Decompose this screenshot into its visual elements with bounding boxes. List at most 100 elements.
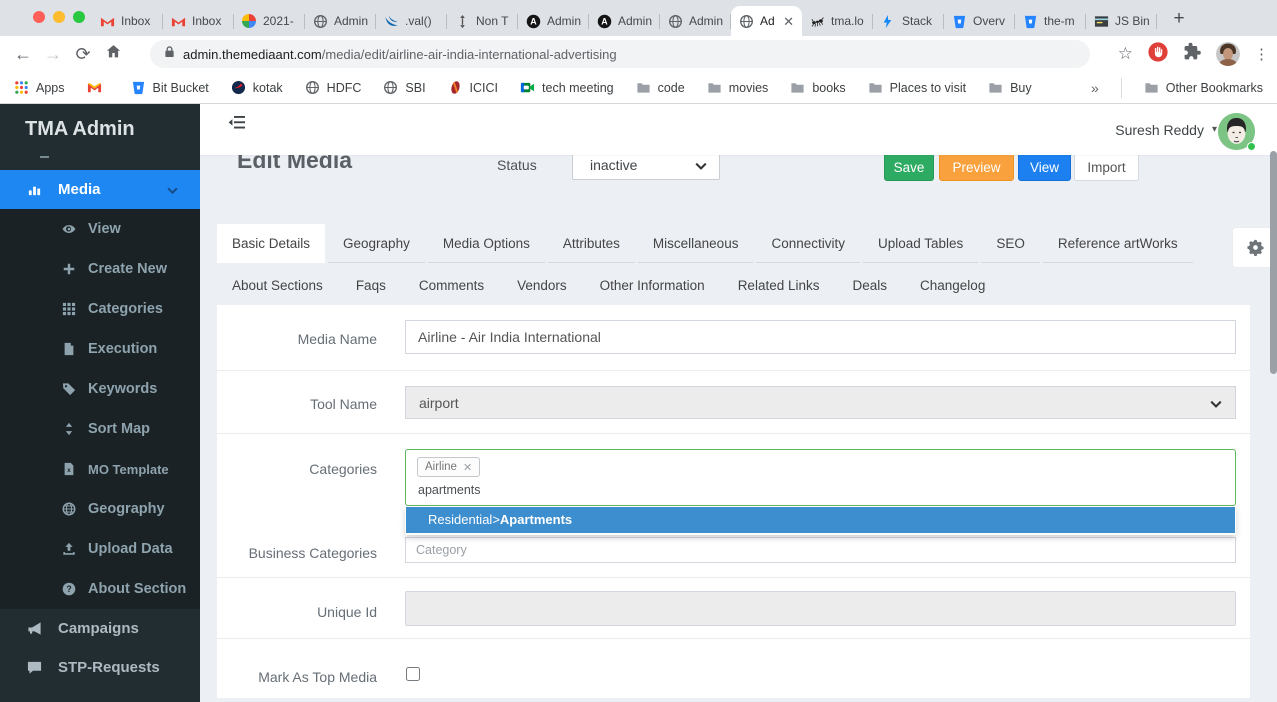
tab-media-options[interactable]: Media Options [428,224,545,263]
remove-tag-icon[interactable]: ✕ [463,461,472,474]
sidebar-item-campaigns[interactable]: Campaigns [0,609,200,648]
browser-tab[interactable]: Overv [944,6,1015,36]
browser-tab[interactable]: Stack [873,6,944,36]
tab-attributes[interactable]: Attributes [548,224,635,263]
tab-seo[interactable]: SEO [981,224,1040,263]
preview-button[interactable]: Preview [939,153,1014,181]
forward-icon[interactable]: → [38,44,68,65]
tab-other-information[interactable]: Other Information [585,266,720,305]
browser-tab[interactable]: Inbox [163,6,234,36]
user-name: Suresh Reddy [1115,122,1204,138]
business-categories-input[interactable] [405,537,1236,563]
sidebar-item-geography[interactable]: Geography [0,489,200,529]
close-tab-icon[interactable]: ✕ [783,15,794,28]
bookmark-folder-movies[interactable]: movies [707,80,769,95]
extensions-puzzle-icon[interactable] [1183,42,1202,66]
sidebar-item-view[interactable]: View [0,209,200,249]
browser-tab[interactable]: Admin [660,6,731,36]
sidebar-item-about-section[interactable]: ? About Section [0,569,200,609]
sidebar-item-mo-template[interactable]: x MO Template [0,449,200,489]
browser-tab[interactable]: A Admin [518,6,589,36]
apps-grid-icon [14,80,29,95]
browser-tab[interactable]: Non T [447,6,518,36]
categories-tag-input[interactable]: Airline ✕ apartments [405,449,1236,506]
tab-miscellaneous[interactable]: Miscellaneous [638,224,754,263]
bookmarks-overflow-chevron[interactable]: » [1091,80,1099,96]
sidebar-item-upload-data[interactable]: Upload Data [0,529,200,569]
browser-tab[interactable]: A Admin [589,6,660,36]
tab-basic-details[interactable]: Basic Details [217,224,325,263]
browser-tab[interactable]: Inbox [92,6,163,36]
user-menu[interactable]: Suresh Reddy ▾ [1115,104,1217,155]
sidebar-item-keywords[interactable]: Keywords [0,369,200,409]
eye-icon [62,222,76,236]
media-name-input[interactable] [405,320,1236,354]
bookmark-icici[interactable]: ICICI [448,80,498,95]
page-scrollbar-thumb[interactable] [1270,151,1277,374]
maximize-window-button[interactable] [73,11,85,23]
tab-reference-artworks[interactable]: Reference artWorks [1043,224,1193,263]
browser-tab[interactable]: tma.lo [802,6,873,36]
browser-tab[interactable]: the-m [1015,6,1086,36]
sidebar-toggle-icon[interactable] [228,115,246,130]
save-button[interactable]: Save [884,153,934,181]
browser-tab[interactable]: .val() [376,6,447,36]
mark-as-top-media-checkbox[interactable] [406,667,420,681]
bookmark-tech-meeting[interactable]: tech meeting [520,80,614,95]
tab-deals[interactable]: Deals [838,266,903,305]
minimize-window-button[interactable] [53,11,65,23]
browser-tab[interactable]: 2021- [234,6,305,36]
other-bookmarks[interactable]: Other Bookmarks [1144,80,1263,95]
bookmark-kotak[interactable]: kotak [231,80,283,95]
tool-name-select[interactable]: airport [405,386,1236,419]
adblock-extension-icon[interactable] [1147,41,1169,68]
tag-icon [62,382,76,396]
tab-changelog[interactable]: Changelog [905,266,1000,305]
sidebar-item-execution[interactable]: Execution [0,329,200,369]
globe-icon [62,502,76,516]
row-divider [217,433,1250,434]
sidebar-item-stp-requests[interactable]: STP-Requests [0,648,200,687]
view-button[interactable]: View [1018,153,1071,181]
tab-upload-tables[interactable]: Upload Tables [863,224,978,263]
tab-comments[interactable]: Comments [404,266,499,305]
bookmark-bitbucket[interactable]: Bit Bucket [131,80,209,95]
tab-about-sections[interactable]: About Sections [217,266,338,305]
reload-icon[interactable]: ⟳ [68,44,98,65]
bookmark-folder-books[interactable]: books [790,80,845,95]
bookmark-folder-buy[interactable]: Buy [988,80,1032,95]
address-bar[interactable]: admin.themediaant.com/media/edit/airline… [150,40,1090,68]
tab-geography[interactable]: Geography [328,224,425,263]
bookmark-folder-code[interactable]: code [636,80,685,95]
new-tab-button[interactable]: + [1165,5,1193,33]
tab-connectivity[interactable]: Connectivity [756,224,860,263]
upload-icon [62,542,76,556]
close-window-button[interactable] [33,11,45,23]
browser-tab[interactable]: JS Bin [1086,6,1157,36]
folder-icon [790,80,805,95]
jsbin-icon [1094,14,1109,29]
home-icon[interactable] [98,43,128,65]
browser-profile-avatar[interactable] [1216,42,1240,66]
tab-related-links[interactable]: Related Links [723,266,835,305]
sidebar-item-media[interactable]: Media [0,170,200,209]
bookmark-star-icon[interactable]: ☆ [1118,44,1133,64]
row-divider [217,370,1250,371]
browser-menu-kebab-icon[interactable]: ⋮ [1254,45,1269,63]
sidebar-item-create-new[interactable]: Create New [0,249,200,289]
bookmark-sbi[interactable]: SBI [383,80,425,95]
browser-tab-active[interactable]: Ad ✕ [731,6,802,36]
bookmark-apps[interactable]: Apps [14,80,65,95]
bookmark-gmail[interactable] [87,80,109,95]
megaphone-icon [27,621,43,637]
sidebar-item-sort-map[interactable]: Sort Map [0,409,200,449]
import-button[interactable]: Import [1074,153,1139,181]
suggestion-option[interactable]: Residential>Apartments [406,507,1235,533]
bookmark-folder-places[interactable]: Places to visit [868,80,966,95]
tab-faqs[interactable]: Faqs [341,266,401,305]
browser-tab[interactable]: Admin [305,6,376,36]
tab-vendors[interactable]: Vendors [502,266,582,305]
back-icon[interactable]: ← [8,44,38,65]
bookmark-hdfc[interactable]: HDFC [305,80,362,95]
sidebar-item-categories[interactable]: Categories [0,289,200,329]
